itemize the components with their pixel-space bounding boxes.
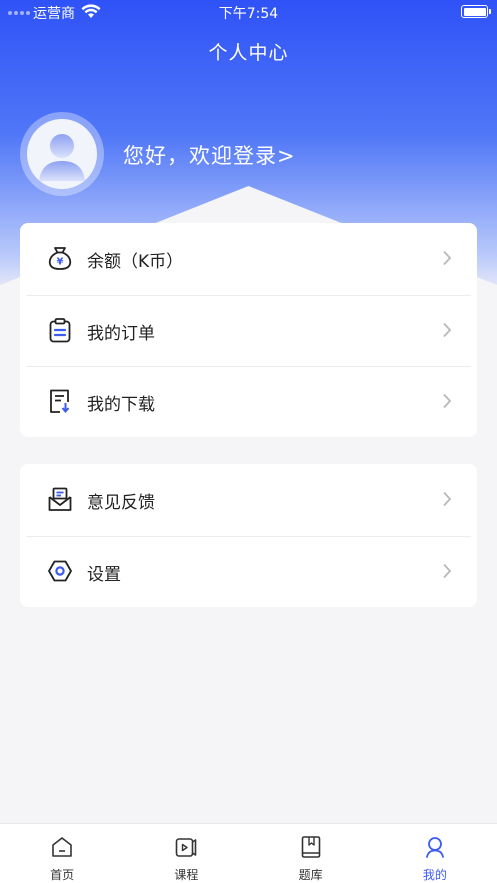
- menu-card-support: 意见反馈 设置: [20, 464, 477, 607]
- menu-item-orders[interactable]: 我的订单: [20, 294, 477, 367]
- chevron-right-icon: [443, 563, 452, 578]
- home-icon: [52, 837, 72, 857]
- status-bar: 运营商 下午7:54: [0, 0, 497, 24]
- battery-icon: [461, 5, 491, 18]
- tab-profile[interactable]: 我的: [373, 824, 497, 883]
- menu-label: 余额（K币）: [87, 252, 184, 272]
- settings-hexagon-icon: [48, 560, 72, 581]
- question-bank-icon: [301, 836, 320, 858]
- tab-label: 我的: [422, 868, 447, 882]
- user-silhouette-icon: [39, 134, 85, 181]
- svg-text:¥: ¥: [57, 257, 64, 268]
- chevron-right-icon: [443, 250, 452, 266]
- menu-label: 我的订单: [87, 323, 155, 344]
- menu-item-feedback[interactable]: 意见反馈: [20, 464, 477, 536]
- menu-item-downloads[interactable]: 我的下载: [20, 366, 477, 438]
- page-title: 个人中心: [208, 42, 289, 64]
- chevron-right-icon: [443, 491, 452, 507]
- menu-label: 设置: [87, 564, 121, 585]
- clipboard-icon: [49, 317, 71, 342]
- profile-icon: [425, 837, 444, 858]
- menu-card-account: ¥ 余额（K币） 我的订单 我的下载: [20, 223, 477, 437]
- avatar[interactable]: [27, 119, 97, 189]
- tab-courses[interactable]: 课程: [124, 824, 248, 883]
- chevron-right-icon: [443, 322, 452, 337]
- status-time: 下午7:54: [218, 6, 279, 22]
- menu-item-balance[interactable]: ¥ 余额（K币）: [20, 223, 477, 295]
- course-video-icon: [176, 838, 197, 857]
- tab-label: 题库: [298, 868, 323, 882]
- bottom-tab-bar: 首页 课程 题库 我的: [0, 823, 497, 883]
- tab-label: 课程: [174, 868, 199, 882]
- tab-question-bank[interactable]: 题库: [249, 824, 373, 883]
- chevron-right-icon: [443, 393, 452, 409]
- feedback-mail-icon: [48, 487, 72, 511]
- tab-label: 首页: [50, 868, 75, 882]
- login-link[interactable]: 您好，欢迎登录>: [123, 140, 296, 170]
- money-bag-icon: ¥: [48, 247, 72, 270]
- menu-label: 我的下载: [87, 395, 155, 415]
- menu-label: 意见反馈: [87, 493, 155, 513]
- download-doc-icon: [50, 389, 70, 414]
- menu-item-settings[interactable]: 设置: [20, 535, 477, 608]
- tab-home[interactable]: 首页: [0, 824, 124, 883]
